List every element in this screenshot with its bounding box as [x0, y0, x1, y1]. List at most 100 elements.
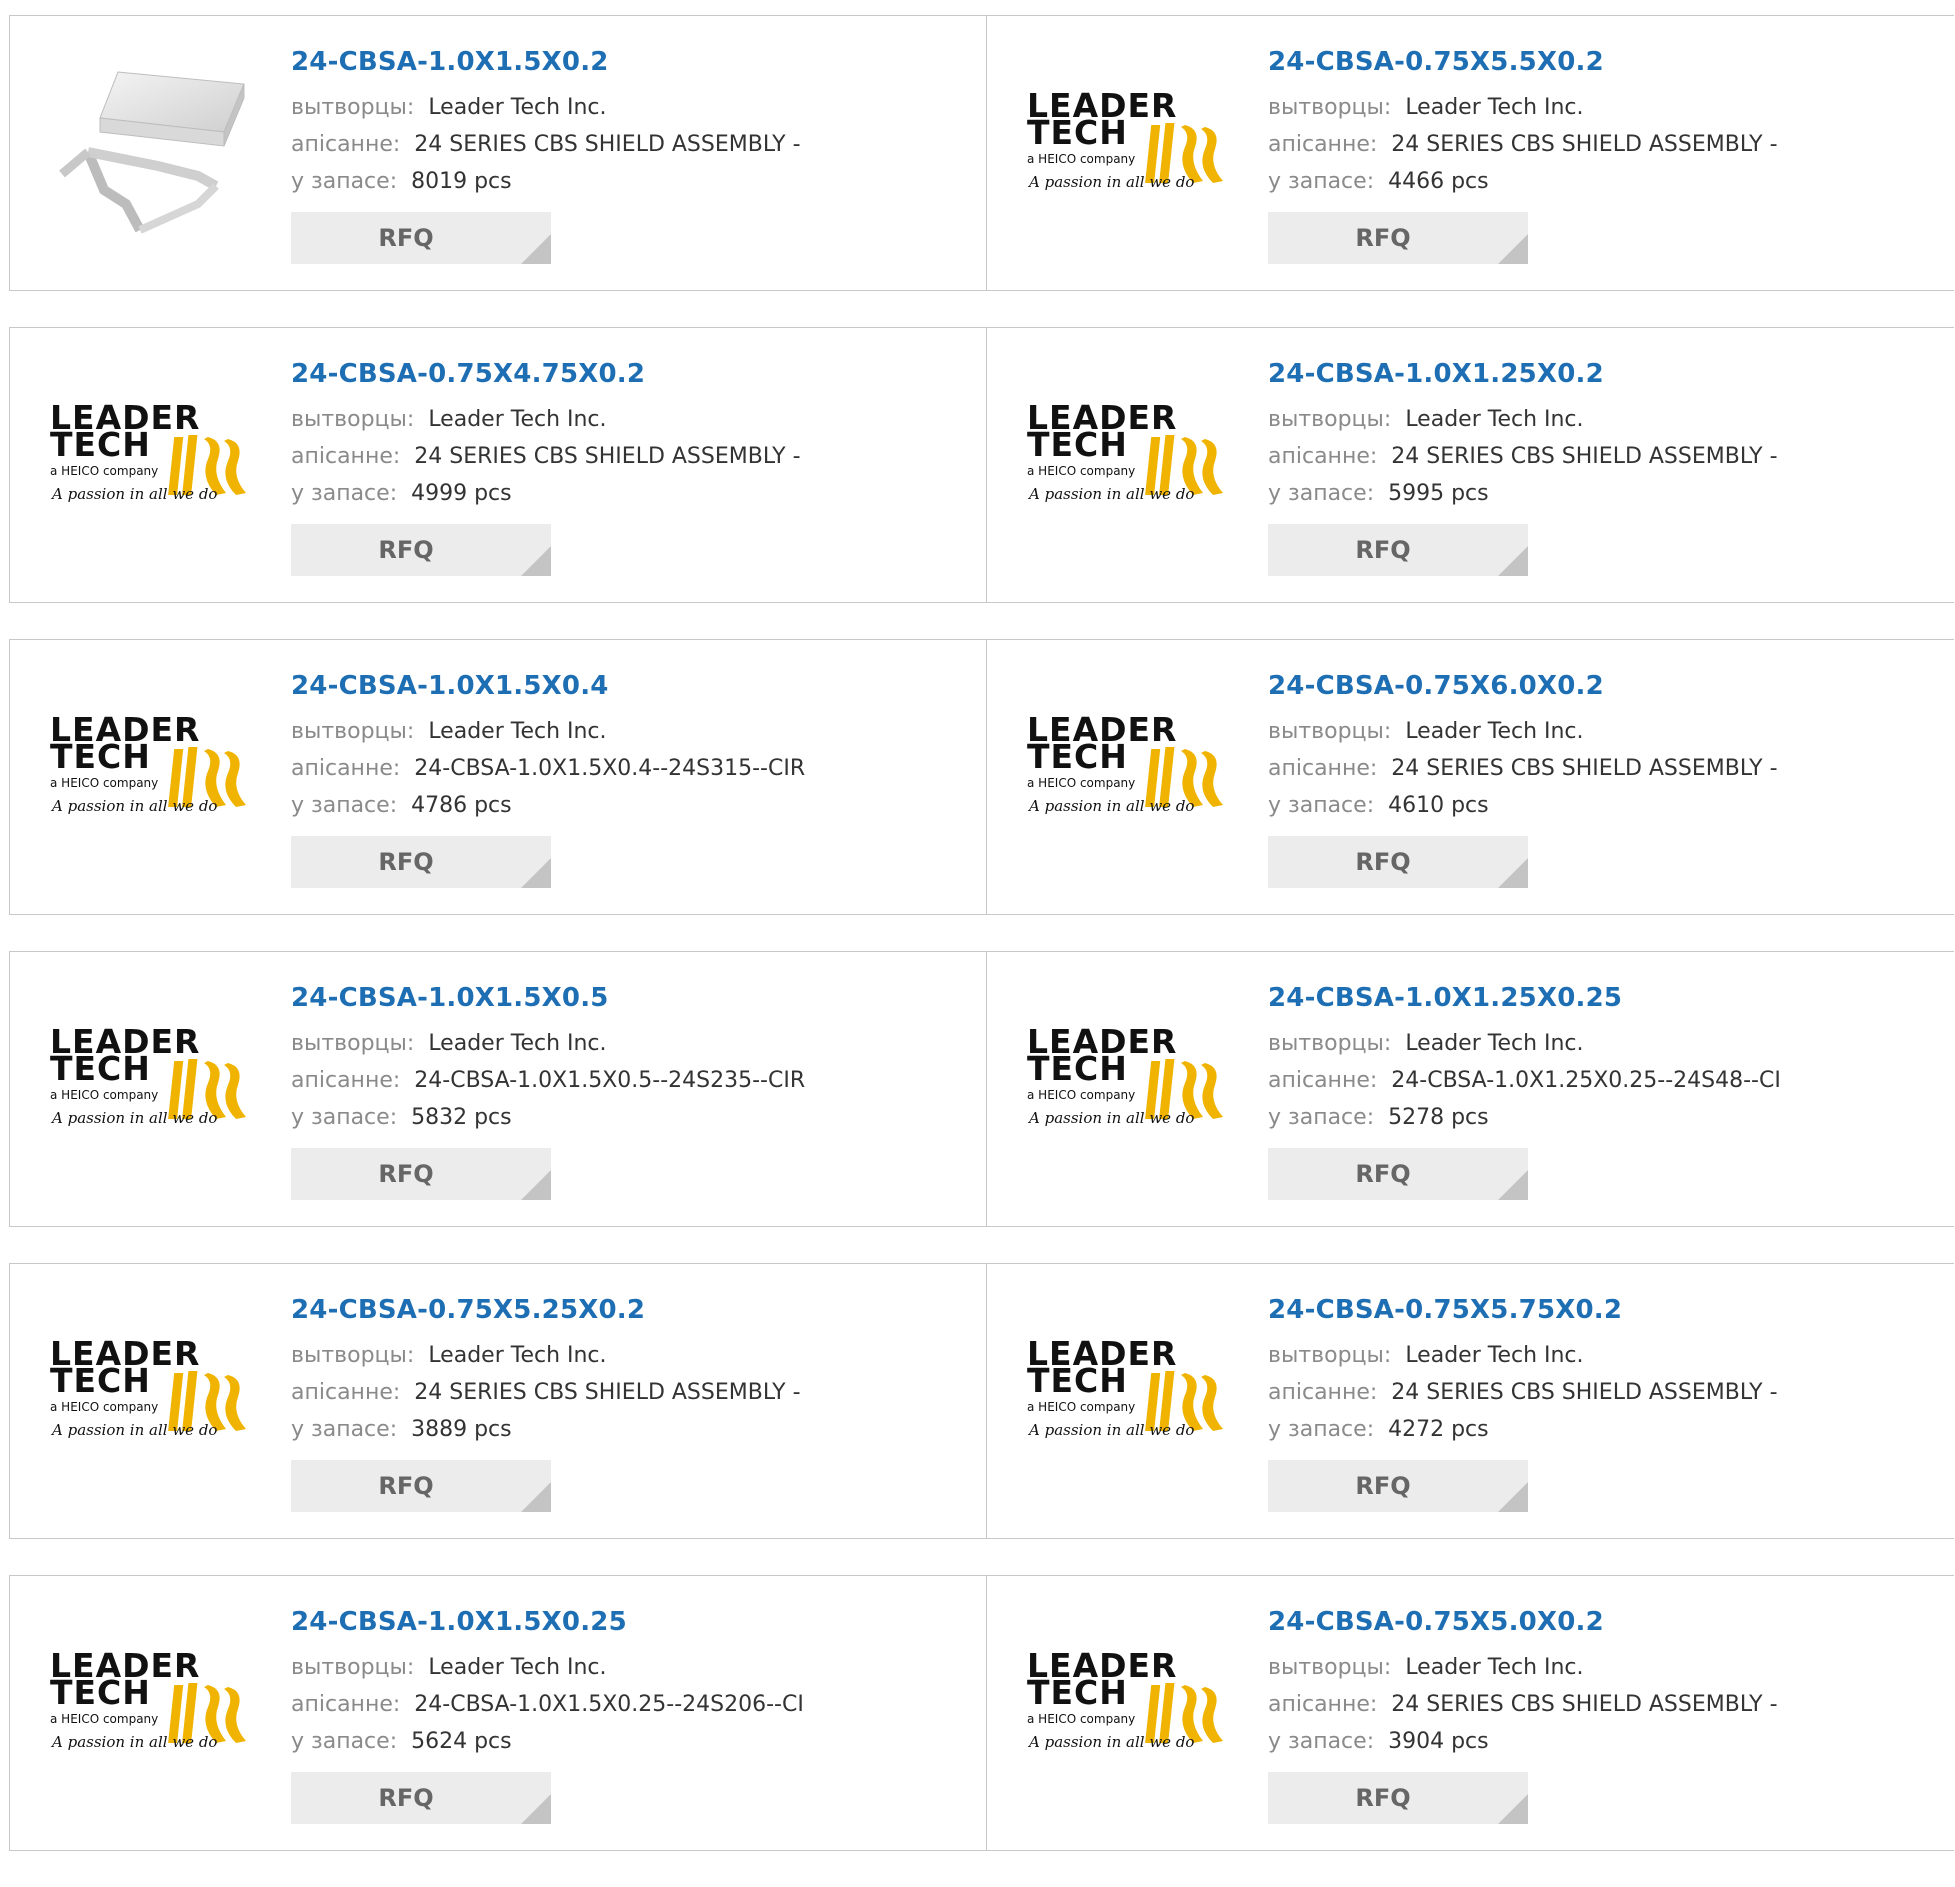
- leader-tech-logo: LEADER TECH a HEICO company A passion in…: [1027, 713, 1223, 815]
- manufacturer-row: вытворцы: Leader Tech Inc.: [291, 401, 976, 438]
- logo-line2: TECH: [1027, 113, 1128, 152]
- product-thumbnail[interactable]: LEADER TECH a HEICO company A passion in…: [48, 1312, 254, 1472]
- description-label: апісанне:: [291, 1068, 401, 1093]
- part-number-link[interactable]: 24-CBSA-1.0X1.5X0.2: [291, 44, 976, 80]
- logo-tagline: A passion in all we do: [1027, 485, 1194, 503]
- part-number-link[interactable]: 24-CBSA-1.0X1.25X0.25: [1268, 980, 1944, 1016]
- rfq-button[interactable]: RFQ: [291, 836, 551, 888]
- product-thumbnail[interactable]: LEADER TECH a HEICO company A passion in…: [1025, 1312, 1231, 1472]
- stock-label: у запасе:: [291, 1729, 398, 1754]
- rfq-label: RFQ: [1355, 224, 1411, 252]
- product-thumbnail[interactable]: LEADER TECH a HEICO company A passion in…: [1025, 688, 1231, 848]
- manufacturer-label: вытворцы:: [291, 719, 415, 744]
- product-thumbnail[interactable]: LEADER TECH a HEICO company A passion in…: [48, 1624, 254, 1784]
- stock-label: у запасе:: [291, 1417, 398, 1442]
- rfq-button[interactable]: RFQ: [1268, 1460, 1528, 1512]
- product-row: LEADER TECH a HEICO company A passion in…: [9, 1263, 1955, 1539]
- rfq-button[interactable]: RFQ: [1268, 1148, 1528, 1200]
- corner-triangle-icon: [1498, 1482, 1528, 1512]
- description-label: апісанне:: [291, 444, 401, 469]
- product-info: 24-CBSA-0.75X5.5X0.2 вытворцы: Leader Tec…: [1268, 44, 1944, 264]
- description-label: апісанне:: [1268, 1692, 1378, 1717]
- manufacturer-value: Leader Tech Inc.: [1405, 1343, 1584, 1368]
- part-number-link[interactable]: 24-CBSA-0.75X5.75X0.2: [1268, 1292, 1944, 1328]
- part-number-link[interactable]: 24-CBSA-0.75X6.0X0.2: [1268, 668, 1944, 704]
- rfq-button[interactable]: RFQ: [1268, 524, 1528, 576]
- corner-triangle-icon: [1498, 858, 1528, 888]
- part-number-link[interactable]: 24-CBSA-0.75X5.5X0.2: [1268, 44, 1944, 80]
- rfq-button[interactable]: RFQ: [291, 1460, 551, 1512]
- rfq-label: RFQ: [378, 1160, 434, 1188]
- rfq-button[interactable]: RFQ: [291, 212, 551, 264]
- logo-line3: a HEICO company: [50, 1088, 158, 1102]
- manufacturer-value: Leader Tech Inc.: [428, 1343, 607, 1368]
- stock-value: 5832 pcs: [411, 1105, 512, 1130]
- description-row: апісанне: 24 SERIES CBS SHIELD ASSEMBLY -: [291, 1374, 976, 1411]
- part-number-link[interactable]: 24-CBSA-1.0X1.5X0.25: [291, 1604, 976, 1640]
- rfq-label: RFQ: [1355, 1472, 1411, 1500]
- manufacturer-label: вытворцы:: [291, 407, 415, 432]
- leader-tech-logo: LEADER TECH a HEICO company A passion in…: [50, 1337, 246, 1439]
- description-value: 24 SERIES CBS SHIELD ASSEMBLY -: [1391, 132, 1778, 157]
- product-thumbnail[interactable]: LEADER TECH a HEICO company A passion in…: [48, 688, 254, 848]
- manufacturer-label: вытворцы:: [1268, 95, 1392, 120]
- manufacturer-label: вытворцы:: [291, 1031, 415, 1056]
- logo-line2: TECH: [1027, 1361, 1128, 1400]
- product-thumbnail[interactable]: LEADER TECH a HEICO company A passion in…: [1025, 64, 1231, 224]
- product-thumbnail[interactable]: LEADER TECH a HEICO company A passion in…: [48, 1000, 254, 1160]
- description-row: апісанне: 24-CBSA-1.0X1.25X0.25--24S48--C…: [1268, 1062, 1944, 1099]
- product-row: LEADER TECH a HEICO company A passion in…: [9, 639, 1955, 915]
- logo-line3: a HEICO company: [1027, 1712, 1135, 1726]
- part-number-link[interactable]: 24-CBSA-1.0X1.5X0.4: [291, 668, 976, 704]
- description-value: 24 SERIES CBS SHIELD ASSEMBLY -: [414, 132, 801, 157]
- manufacturer-value: Leader Tech Inc.: [1405, 719, 1584, 744]
- rfq-button[interactable]: RFQ: [1268, 212, 1528, 264]
- stock-label: у запасе:: [1268, 481, 1375, 506]
- corner-triangle-icon: [521, 234, 551, 264]
- logo-tagline: A passion in all we do: [50, 485, 217, 503]
- manufacturer-row: вытворцы: Leader Tech Inc.: [1268, 89, 1944, 126]
- product-thumbnail[interactable]: LEADER TECH a HEICO company A passion in…: [1025, 376, 1231, 536]
- part-number-link[interactable]: 24-CBSA-0.75X5.0X0.2: [1268, 1604, 1944, 1640]
- rfq-button[interactable]: RFQ: [291, 1772, 551, 1824]
- logo-line2: TECH: [50, 737, 151, 776]
- stock-label: у запасе:: [291, 1105, 398, 1130]
- description-row: апісанне: 24 SERIES CBS SHIELD ASSEMBLY -: [1268, 1686, 1944, 1723]
- stock-value: 4999 pcs: [411, 481, 512, 506]
- part-number-link[interactable]: 24-CBSA-1.0X1.5X0.5: [291, 980, 976, 1016]
- rfq-button[interactable]: RFQ: [291, 1148, 551, 1200]
- stock-value: 4610 pcs: [1388, 793, 1489, 818]
- leader-tech-logo: LEADER TECH a HEICO company A passion in…: [50, 1649, 246, 1751]
- logo-tagline: A passion in all we do: [50, 1109, 217, 1127]
- product-thumbnail[interactable]: [48, 64, 254, 234]
- part-number-link[interactable]: 24-CBSA-1.0X1.25X0.2: [1268, 356, 1944, 392]
- product-card: LEADER TECH a HEICO company A passion in…: [986, 327, 1954, 603]
- stock-value: 3904 pcs: [1388, 1729, 1489, 1754]
- logo-line3: a HEICO company: [1027, 152, 1135, 166]
- leader-tech-logo: LEADER TECH a HEICO company A passion in…: [50, 401, 246, 503]
- manufacturer-row: вытворцы: Leader Tech Inc.: [291, 1025, 976, 1062]
- product-row: LEADER TECH a HEICO company A passion in…: [9, 951, 1955, 1227]
- description-value: 24-CBSA-1.0X1.25X0.25--24S48--CI: [1391, 1068, 1781, 1093]
- rfq-button[interactable]: RFQ: [1268, 1772, 1528, 1824]
- product-thumbnail[interactable]: LEADER TECH a HEICO company A passion in…: [1025, 1000, 1231, 1160]
- rfq-button[interactable]: RFQ: [1268, 836, 1528, 888]
- product-thumbnail[interactable]: LEADER TECH a HEICO company A passion in…: [48, 376, 254, 536]
- product-row: LEADER TECH a HEICO company A passion in…: [9, 1575, 1955, 1851]
- product-info: 24-CBSA-1.0X1.5X0.5 вытворцы: Leader Tech…: [291, 980, 976, 1200]
- part-number-link[interactable]: 24-CBSA-0.75X4.75X0.2: [291, 356, 976, 392]
- description-row: апісанне: 24-CBSA-1.0X1.5X0.25--24S206--C…: [291, 1686, 976, 1723]
- rfq-label: RFQ: [378, 536, 434, 564]
- corner-triangle-icon: [521, 1482, 551, 1512]
- corner-triangle-icon: [521, 1170, 551, 1200]
- description-label: апісанне:: [291, 1692, 401, 1717]
- part-number-link[interactable]: 24-CBSA-0.75X5.25X0.2: [291, 1292, 976, 1328]
- rfq-button[interactable]: RFQ: [291, 524, 551, 576]
- stock-label: у запасе:: [291, 481, 398, 506]
- product-card: 24-CBSA-1.0X1.5X0.2 вытворцы: Leader Tech…: [9, 15, 987, 291]
- shield-assembly-photo: [59, 71, 245, 234]
- stock-value: 5624 pcs: [411, 1729, 512, 1754]
- description-row: апісанне: 24 SERIES CBS SHIELD ASSEMBLY -: [1268, 438, 1944, 475]
- product-thumbnail[interactable]: LEADER TECH a HEICO company A passion in…: [1025, 1624, 1231, 1784]
- product-card: LEADER TECH a HEICO company A passion in…: [9, 1575, 987, 1851]
